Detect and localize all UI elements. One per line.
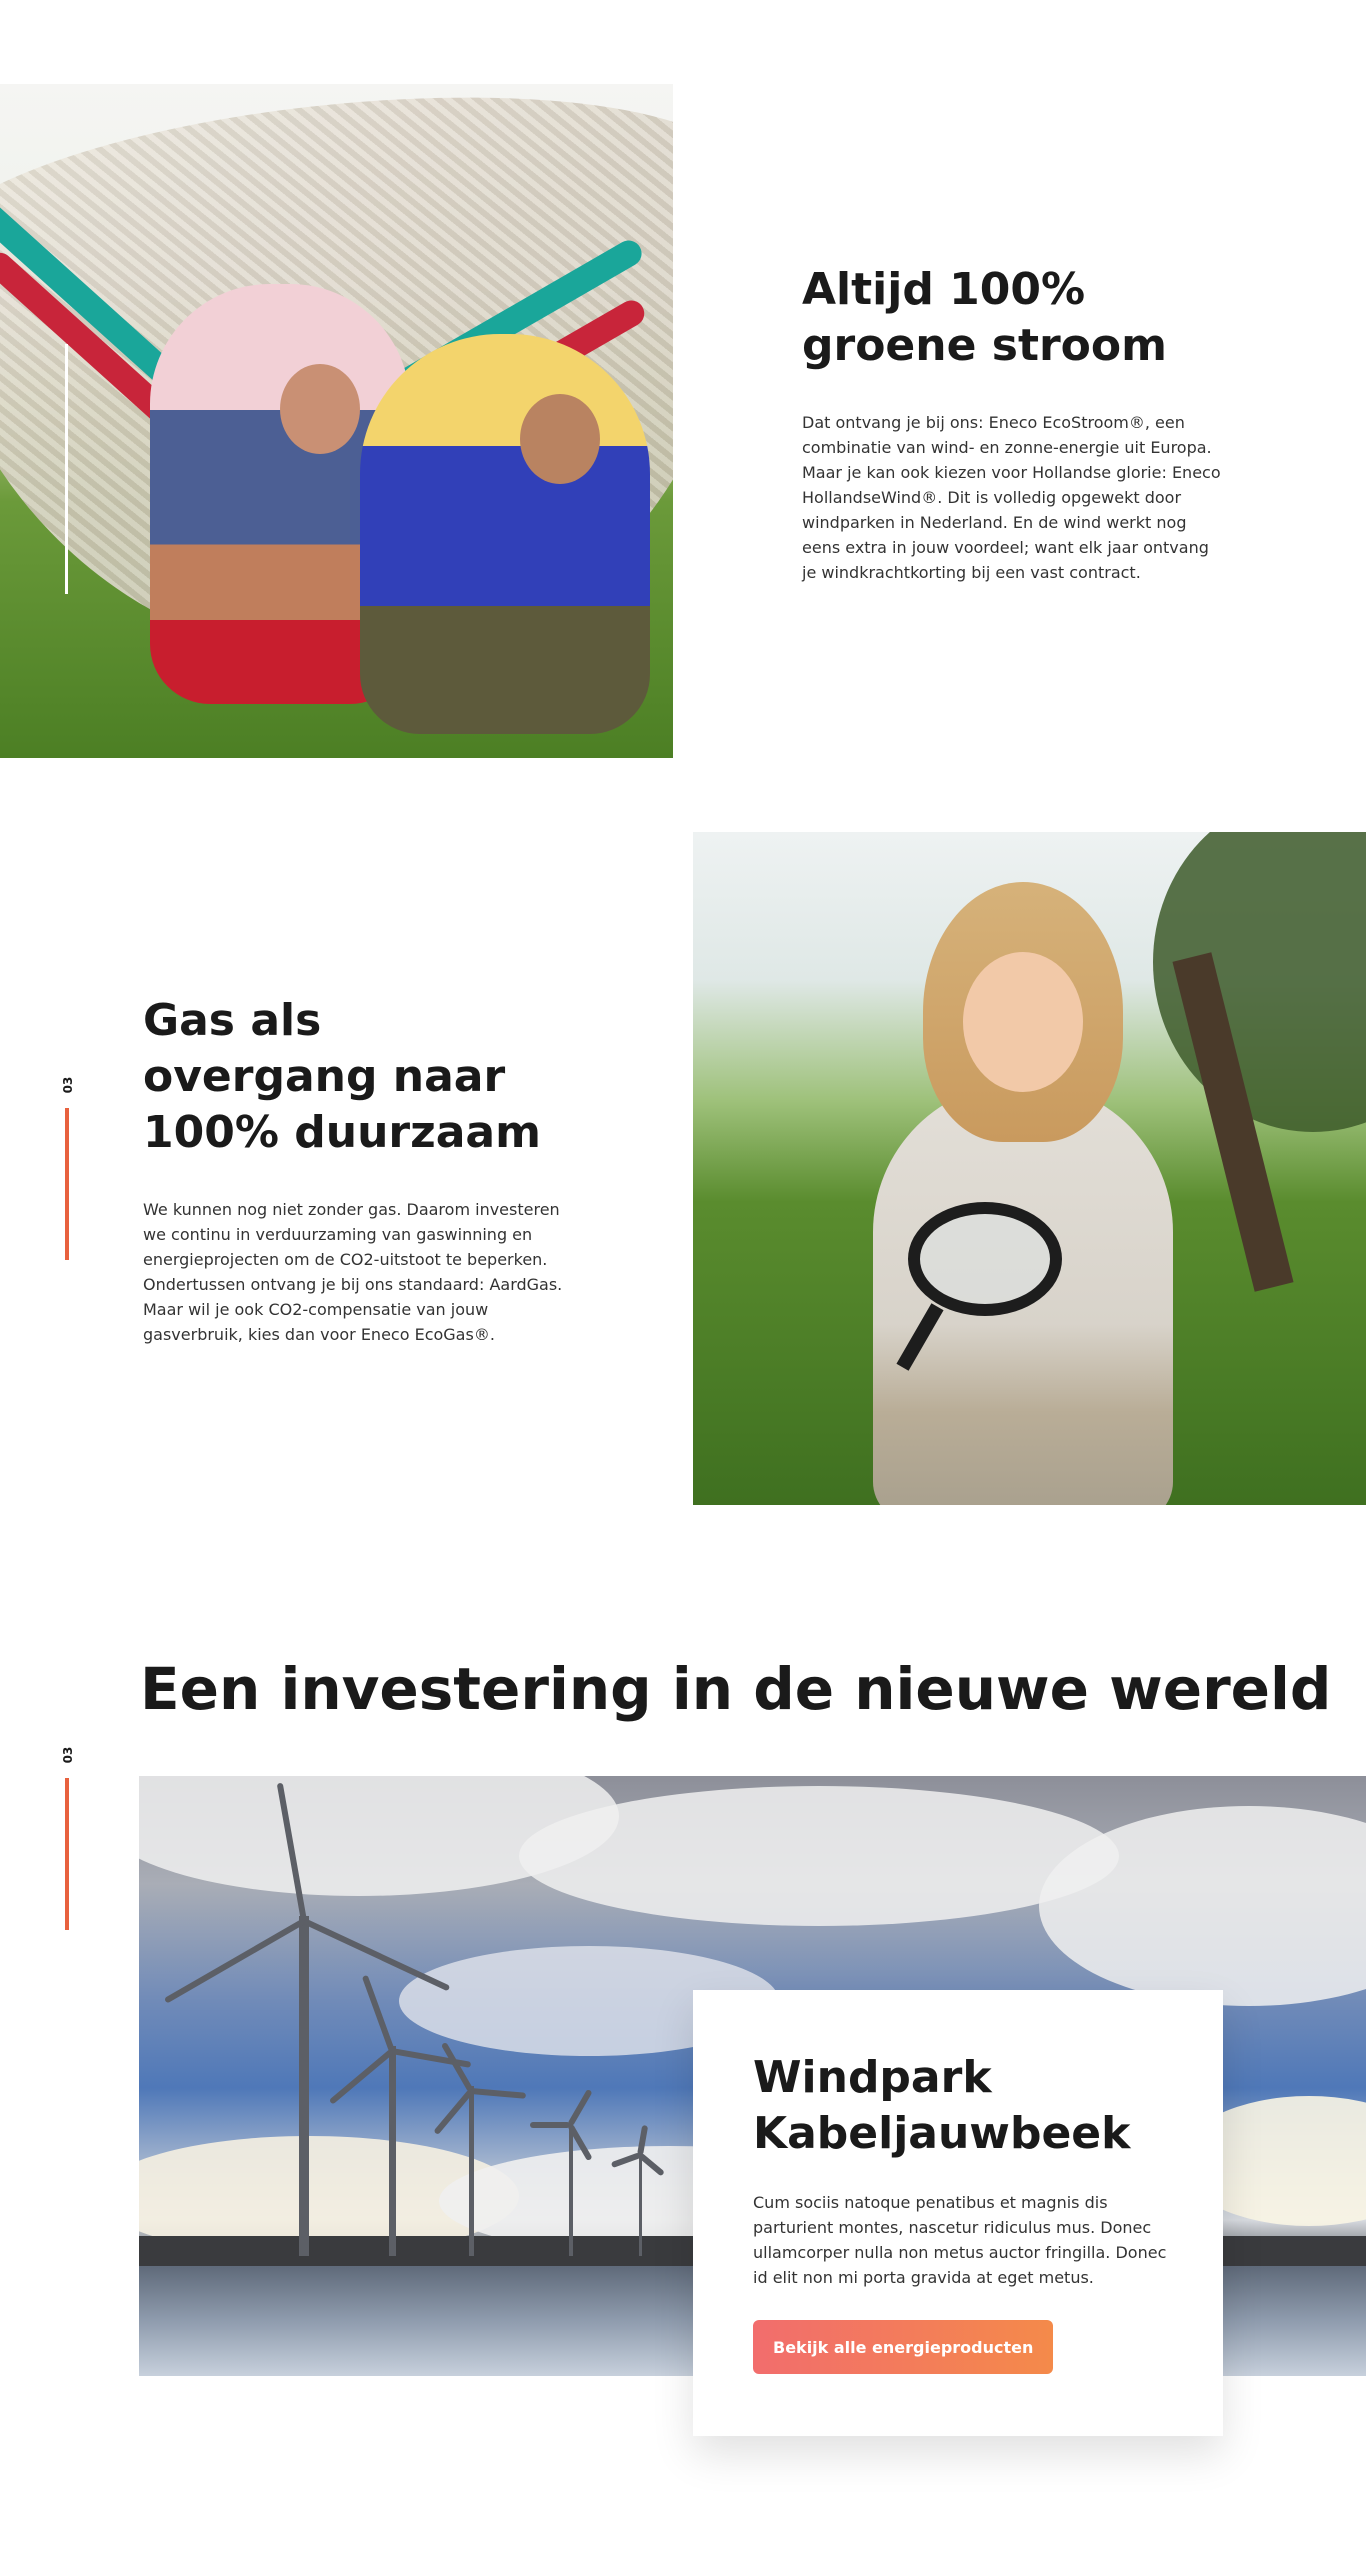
green-power-text-block: Altijd 100% groene stroom Dat ontvang je… [802, 262, 1222, 585]
card-title: Windpark Kabeljauwbeek [753, 2052, 1131, 2159]
section-number-label: 03 [61, 1076, 75, 1094]
section-body: We kunnen nog niet zonder gas. Daarom in… [143, 1200, 563, 1344]
section-accent-bar [65, 1108, 69, 1260]
progress-indicator-bar [65, 344, 68, 594]
magnifying-glass [908, 1202, 1062, 1316]
card-body: Cum sociis natoque penatibus et magnis d… [753, 2193, 1167, 2287]
view-energy-products-button[interactable]: Bekijk alle energieproducten [753, 2320, 1054, 2374]
windpark-card: Windpark Kabeljauwbeek Cum sociis natoqu… [693, 1990, 1223, 2436]
girl-magnifier-image [693, 832, 1366, 1505]
hammock-kids-image [0, 84, 673, 758]
gas-transition-text-block: Gas als overgang naar 100% duurzaam We k… [143, 993, 563, 1347]
section-number-label: 03 [61, 1746, 75, 1764]
section-title: Altijd 100% groene stroom [802, 264, 1167, 371]
section-body: Dat ontvang je bij ons: Eneco EcoStroom®… [802, 413, 1221, 582]
investment-heading: Een investering in de nieuwe wereld [140, 1655, 1332, 1723]
section-accent-bar [65, 1778, 69, 1930]
section-title: Gas als overgang naar 100% duurzaam [143, 995, 541, 1158]
